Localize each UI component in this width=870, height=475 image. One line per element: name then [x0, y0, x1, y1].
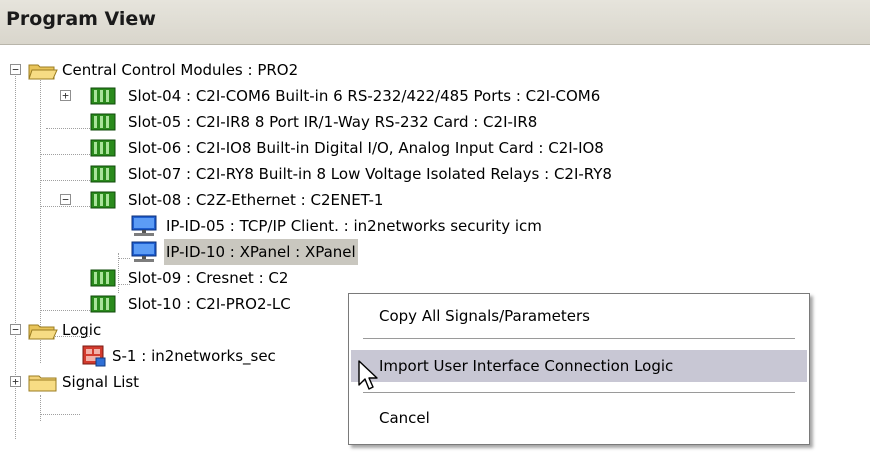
expand-toggle[interactable]: +	[60, 90, 71, 101]
menu-item-copy-all-signals[interactable]: Copy All Signals/Parameters	[351, 300, 807, 332]
tree-item-slot-04[interactable]: + Slot-04 : C2I-COM6 Built-in 6 RS-232/4…	[0, 83, 800, 109]
tree-item-label: Logic	[62, 321, 102, 339]
tree-item-s-1[interactable]: S-1 : in2networks_sec	[0, 343, 400, 369]
tree-item-label: Slot-08 : C2Z-Ethernet : C2ENET-1	[128, 191, 384, 209]
tree-item-label: Slot-05 : C2I-IR8 8 Port IR/1-Way RS-232…	[128, 113, 538, 131]
collapse-toggle[interactable]: −	[10, 64, 21, 75]
tree-item-signal-list[interactable]: + Signal List	[0, 369, 400, 395]
folder-closed-icon	[28, 373, 58, 401]
tree-item-slot-06[interactable]: Slot-06 : C2I-IO8 Built-in Digital I/O, …	[0, 135, 800, 161]
tree-item-label: Slot-07 : C2I-RY8 Built-in 8 Low Voltage…	[128, 165, 612, 183]
panel-title: Program View	[6, 8, 156, 30]
menu-separator	[363, 338, 795, 340]
tree-item-ip-id-05[interactable]: IP-ID-05 : TCP/IP Client. : in2networks …	[0, 213, 800, 239]
tree-item-label: IP-ID-10 : XPanel : XPanel	[164, 239, 358, 265]
tree-item-label: Slot-09 : Cresnet : C2	[128, 269, 289, 287]
menu-separator	[363, 392, 795, 394]
tree-connector	[40, 414, 80, 415]
tree-item-ip-id-10[interactable]: IP-ID-10 : XPanel : XPanel	[0, 239, 800, 265]
menu-item-import-ui-connection-logic[interactable]: Import User Interface Connection Logic	[351, 350, 807, 382]
tree-item-label: Slot-04 : C2I-COM6 Built-in 6 RS-232/422…	[128, 87, 601, 105]
tree-item-logic[interactable]: − Logic	[0, 317, 400, 343]
tree-item-label: IP-ID-05 : TCP/IP Client. : in2networks …	[166, 217, 542, 235]
tree-item-label: Slot-10 : C2I-PRO2-LC	[128, 295, 291, 313]
menu-item-cancel[interactable]: Cancel	[351, 402, 807, 434]
tree-item-central-control-modules[interactable]: − Central Control Modules : PRO2	[0, 57, 600, 83]
program-view-titlebar: Program View	[0, 0, 870, 45]
tree-item-slot-07[interactable]: Slot-07 : C2I-RY8 Built-in 8 Low Voltage…	[0, 161, 800, 187]
tree-item-label: Central Control Modules : PRO2	[62, 61, 299, 79]
tree-item-slot-05[interactable]: Slot-05 : C2I-IR8 8 Port IR/1-Way RS-232…	[0, 109, 800, 135]
collapse-toggle[interactable]: −	[10, 324, 21, 335]
tree-item-label: S-1 : in2networks_sec	[112, 347, 276, 365]
expand-toggle[interactable]: +	[10, 376, 21, 387]
collapse-toggle[interactable]: −	[60, 194, 71, 205]
context-menu: Copy All Signals/Parameters Import User …	[348, 293, 810, 445]
mouse-pointer-icon	[357, 360, 379, 396]
tree-item-label: Slot-06 : C2I-IO8 Built-in Digital I/O, …	[128, 139, 604, 157]
tree-item-slot-08[interactable]: − Slot-08 : C2Z-Ethernet : C2ENET-1	[0, 187, 800, 213]
tree-item-label: Signal List	[62, 373, 140, 391]
tree-item-slot-09[interactable]: Slot-09 : Cresnet : C2	[0, 265, 800, 291]
